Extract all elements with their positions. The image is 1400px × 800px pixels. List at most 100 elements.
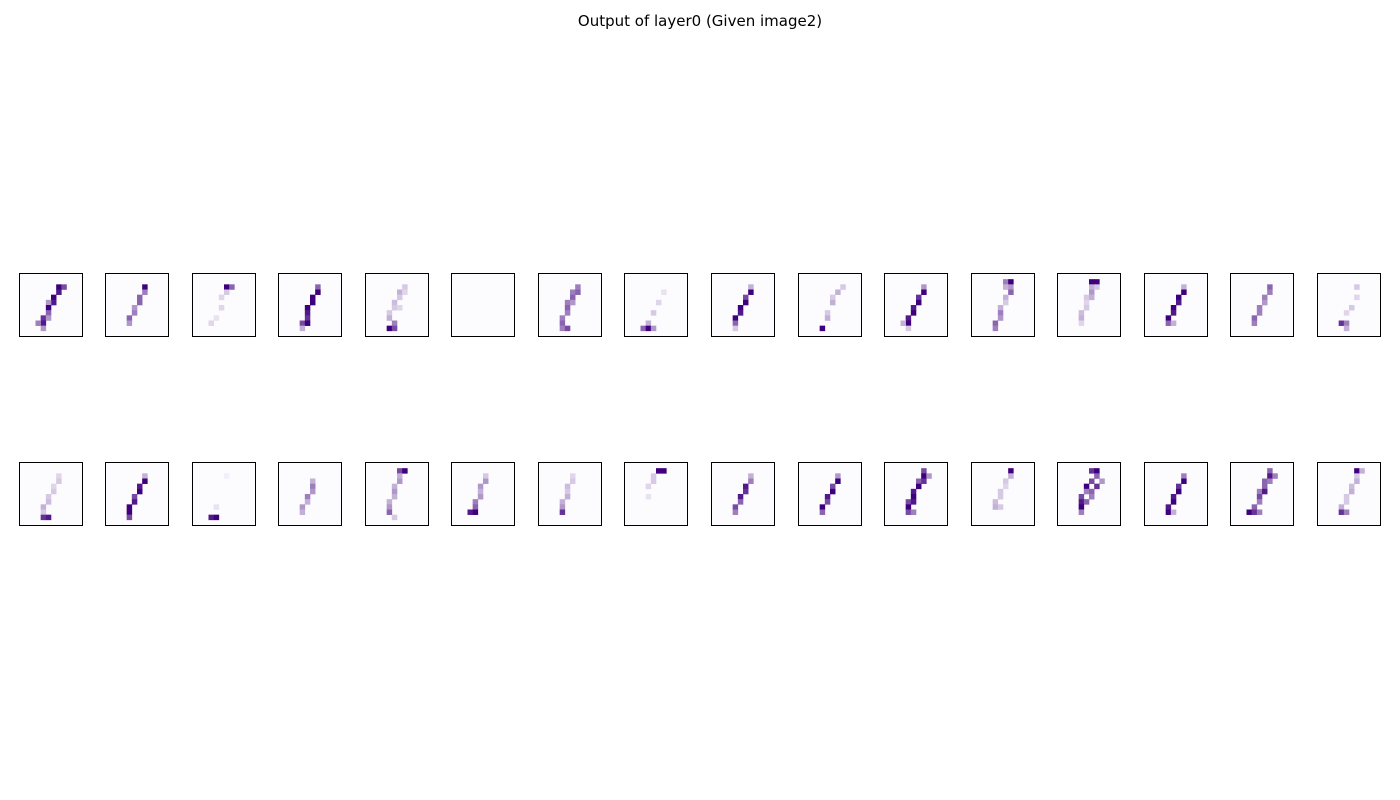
heatmap-cell (45, 499, 52, 505)
heatmap-cell (1008, 473, 1014, 479)
heatmap-cell (483, 478, 489, 484)
heatmap-cell (1251, 504, 1258, 510)
heatmap-cell (910, 310, 917, 316)
heatmap-cell (743, 488, 749, 495)
heatmap-cell (142, 473, 148, 479)
feature-map-image (126, 284, 148, 326)
heatmap-cell (732, 325, 739, 332)
heatmap-cell (137, 483, 143, 490)
feature-map-29 (1057, 462, 1121, 526)
feature-map-9 (711, 273, 775, 337)
feature-map-14 (1144, 273, 1208, 337)
heatmap-cell (1251, 320, 1258, 326)
heatmap-cell (997, 494, 1004, 500)
figure-title: Output of layer0 (Given image2) (577, 12, 823, 30)
heatmap-cell (905, 325, 912, 332)
heatmap-cell (1359, 468, 1365, 474)
heatmap-cell (732, 315, 739, 321)
heatmap-cell (1262, 488, 1268, 495)
heatmap-cell (391, 488, 398, 495)
heatmap-cell (45, 494, 52, 500)
feature-map-13 (1057, 273, 1121, 337)
heatmap-cell (905, 504, 912, 510)
heatmap-cell (997, 488, 1004, 495)
heatmap-cell (910, 509, 917, 515)
feature-map-image (299, 284, 321, 332)
heatmap-cell (1083, 305, 1090, 311)
heatmap-cell (56, 289, 62, 295)
heatmap-cell (1089, 284, 1095, 290)
heatmap-cell (1176, 294, 1182, 301)
feature-map-image (732, 473, 754, 515)
heatmap-cell (142, 478, 148, 484)
heatmap-cell (1094, 483, 1100, 490)
heatmap-cell (916, 299, 922, 306)
feature-map-image (208, 284, 235, 326)
heatmap-cell (921, 473, 927, 479)
heatmap-cell (1256, 494, 1263, 500)
heatmap-cell (477, 494, 484, 500)
feature-map-image (819, 284, 846, 332)
heatmap-cell (402, 468, 408, 474)
heatmap-cell (56, 284, 62, 290)
heatmap-cell (743, 299, 749, 306)
feature-map-31 (1230, 462, 1294, 526)
heatmap-cell (386, 504, 393, 510)
feature-map-image (992, 468, 1014, 510)
heatmap-cell (126, 504, 133, 510)
heatmap-cell (921, 284, 927, 290)
heatmap-cell (218, 294, 225, 301)
heatmap-cell (559, 509, 566, 515)
heatmap-cell (1165, 504, 1172, 510)
feature-map-image (452, 274, 514, 336)
heatmap-cell (1003, 294, 1009, 301)
heatmap-cell (391, 305, 398, 311)
heatmap-cell (575, 284, 581, 290)
heatmap-cell (900, 320, 906, 326)
heatmap-cell (748, 473, 754, 479)
heatmap-cell (1343, 325, 1350, 332)
heatmap-cell (1003, 483, 1009, 490)
heatmap-cell (1267, 468, 1273, 474)
heatmap-cell (45, 315, 52, 321)
heatmap-cell (916, 478, 922, 484)
heatmap-cell (1170, 310, 1177, 316)
heatmap-cell (1176, 299, 1182, 306)
heatmap-cell (1089, 294, 1095, 301)
heatmap-cell (40, 325, 47, 332)
heatmap-cell (732, 509, 739, 515)
heatmap-cell (1170, 305, 1177, 311)
heatmap-cell (224, 284, 230, 290)
heatmap-cell (1349, 483, 1355, 490)
heatmap-cell (51, 294, 57, 301)
feature-map-2 (105, 273, 169, 337)
heatmap-cell (1094, 279, 1100, 285)
heatmap-cell (1354, 468, 1360, 474)
heatmap-cell (997, 315, 1004, 321)
heatmap-cell (1181, 289, 1187, 295)
feature-map-image (900, 284, 927, 332)
heatmap-cell (645, 483, 652, 490)
feature-map-image (645, 468, 667, 500)
heatmap-cell (397, 478, 403, 484)
heatmap-cell (1094, 284, 1100, 290)
heatmap-cell (1165, 315, 1172, 321)
heatmap-cell (564, 488, 571, 495)
heatmap-cell (1267, 284, 1273, 290)
heatmap-cell (397, 473, 403, 479)
feature-map-image (992, 279, 1014, 332)
heatmap-cell (570, 299, 576, 306)
heatmap-cell (737, 310, 744, 316)
heatmap-cell (391, 483, 398, 490)
feature-map-11 (884, 273, 948, 337)
heatmap-cell (56, 473, 62, 479)
heatmap-cell (1251, 509, 1258, 515)
heatmap-cell (737, 499, 744, 505)
heatmap-cell (575, 289, 581, 295)
heatmap-cell (559, 320, 566, 326)
heatmap-cell (386, 310, 393, 316)
heatmap-cell (483, 473, 489, 479)
feature-map-3 (192, 273, 256, 337)
heatmap-cell (45, 514, 52, 521)
heatmap-cell (921, 478, 927, 484)
